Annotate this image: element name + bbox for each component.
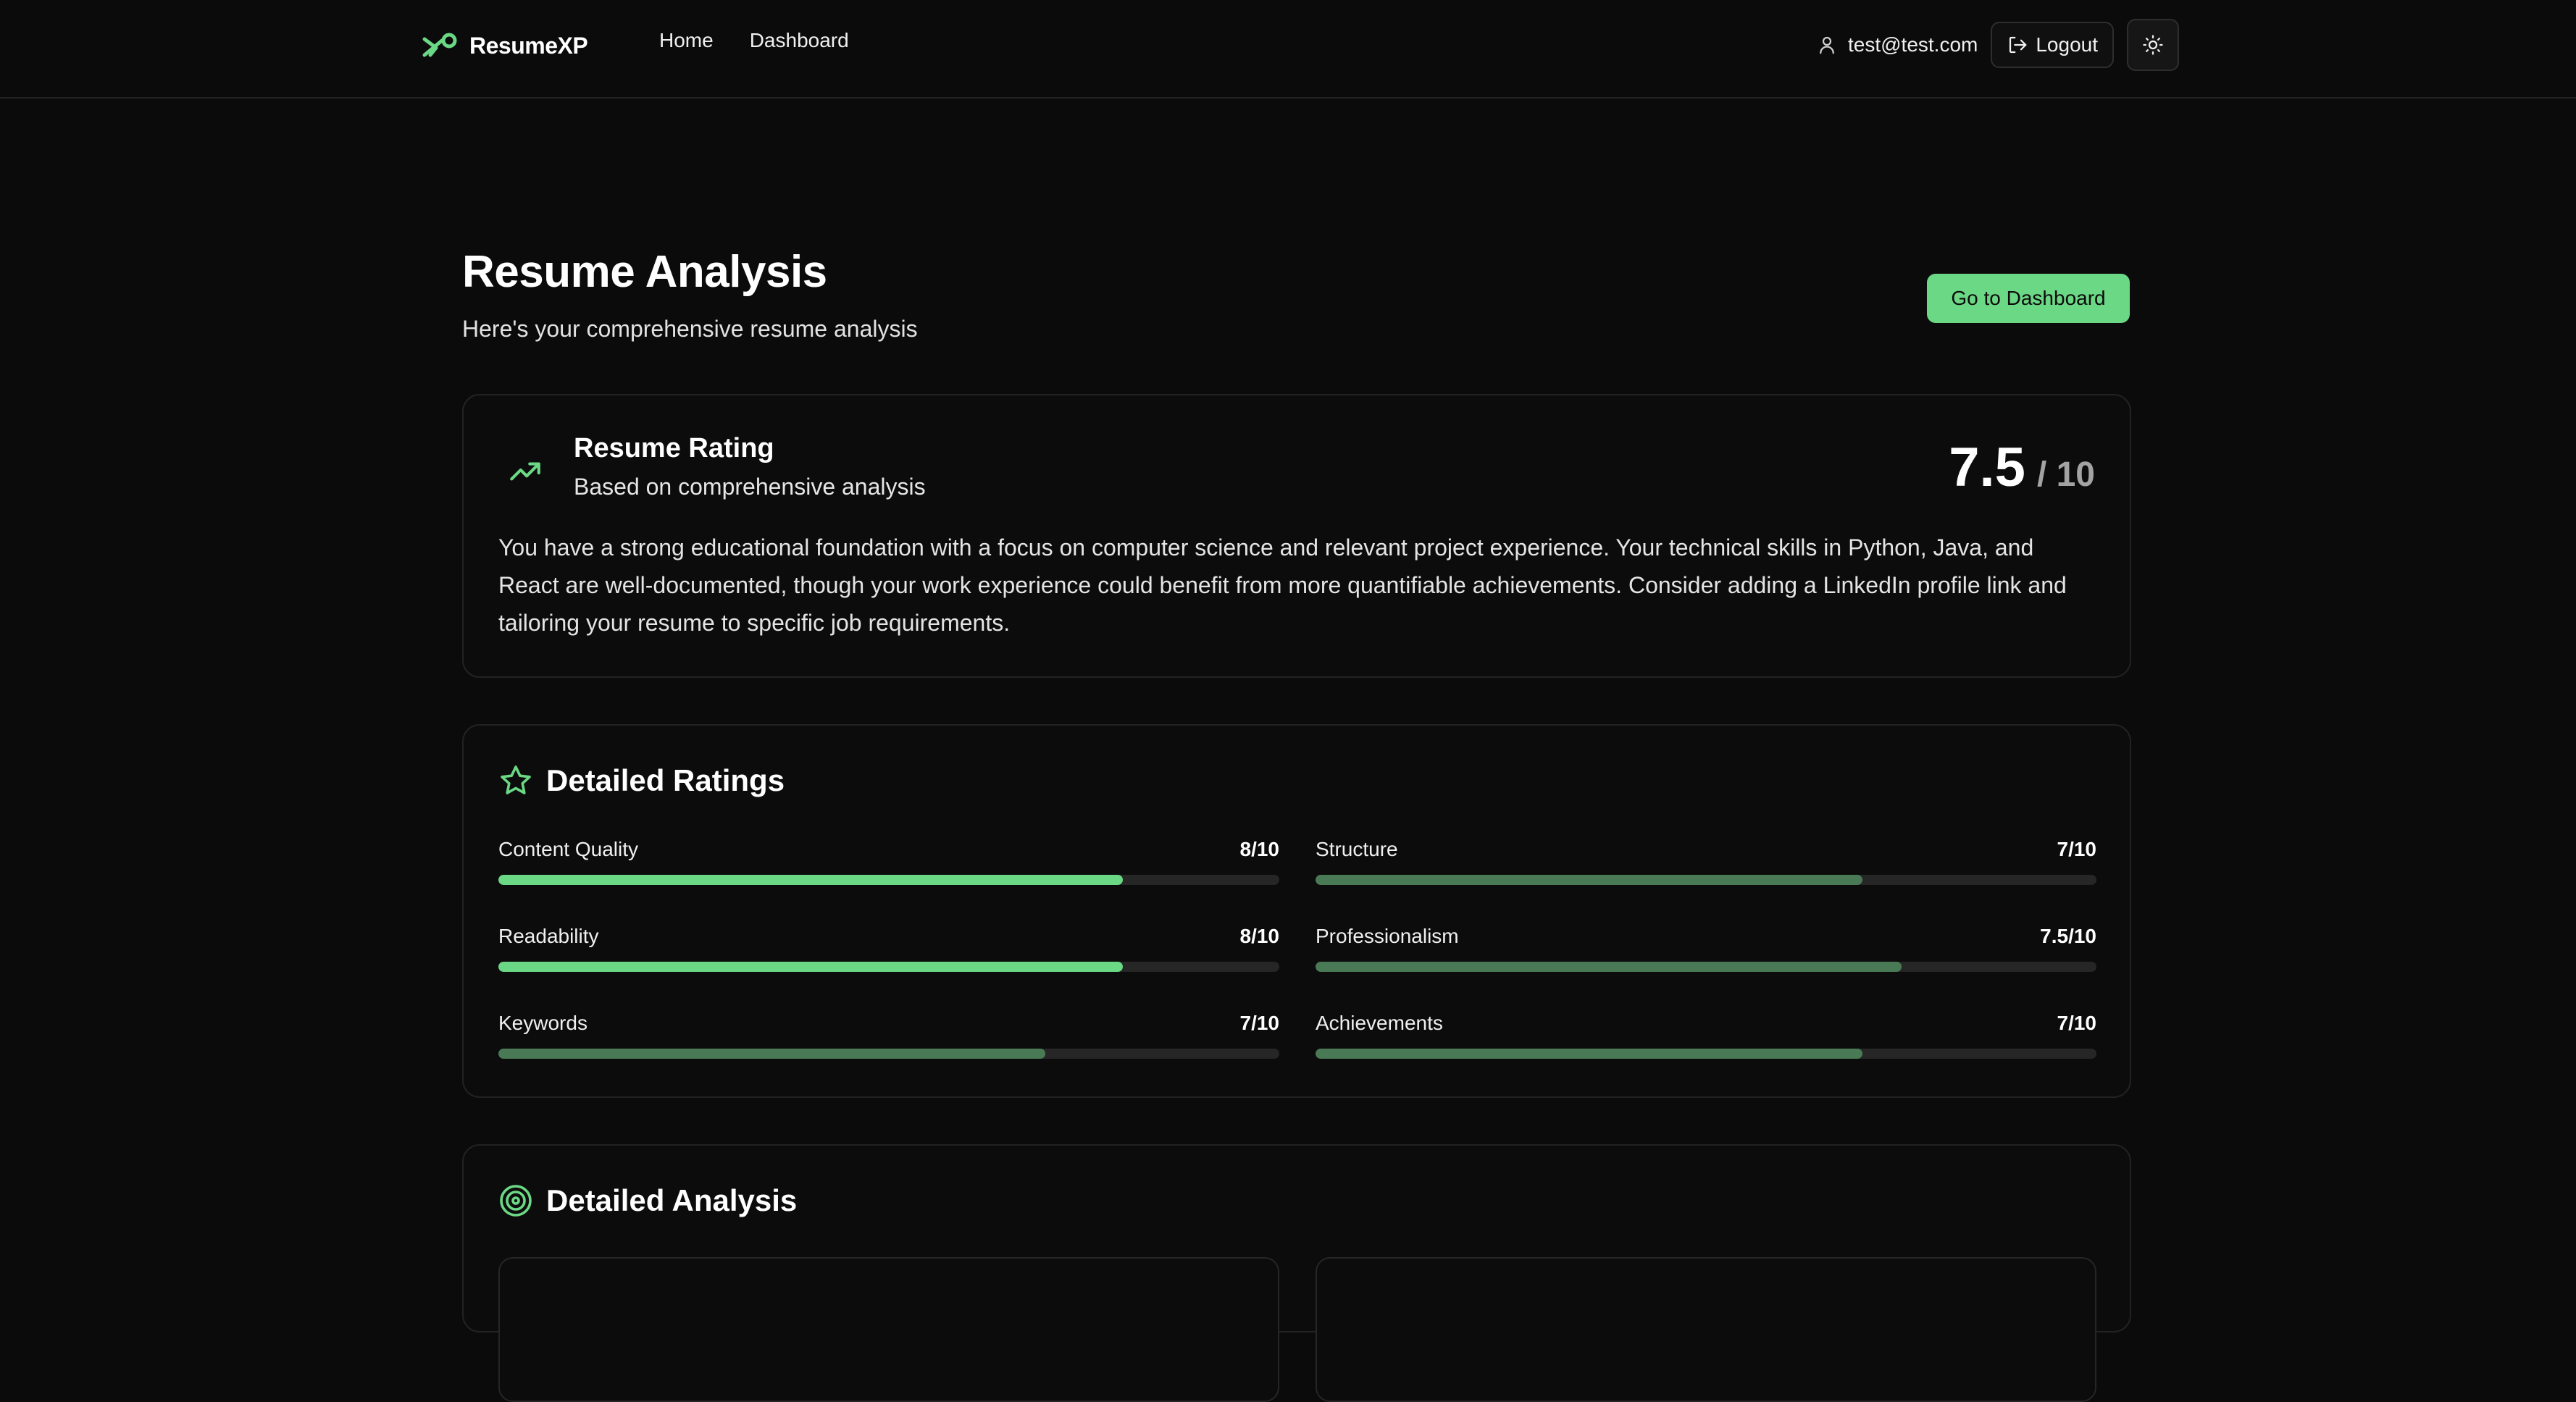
rating-label: Professionalism xyxy=(1316,925,1459,947)
rating-progress-fill xyxy=(1316,875,1862,885)
star-icon xyxy=(501,765,531,794)
sun-icon xyxy=(2143,35,2163,55)
logout-button[interactable]: Logout xyxy=(1991,22,2114,68)
rating-item: Structure 7/10 xyxy=(1316,837,2096,885)
rating-label: Achievements xyxy=(1316,1012,1443,1034)
rating-progress-fill xyxy=(1316,1049,1862,1059)
user-email: test@test.com xyxy=(1847,33,1978,56)
ratings-grid: Content Quality 8/10 Structure 7/10 Readabil… xyxy=(498,837,2096,1059)
logout-label: Logout xyxy=(2036,33,2098,56)
resumexp-logo-icon xyxy=(422,33,457,57)
rating-label: Readability xyxy=(498,925,599,947)
top-navbar: ResumeXP Home Dashboard test@test.com Lo… xyxy=(0,0,2576,98)
rating-value: 7/10 xyxy=(2057,1012,2097,1034)
score-value: 7.5 xyxy=(1949,437,2025,498)
rating-value: 7/10 xyxy=(2057,838,2097,860)
page-title: Resume Analysis xyxy=(462,247,827,297)
rating-progress-track xyxy=(1316,962,2096,972)
nav-dashboard-link[interactable]: Dashboard xyxy=(750,29,849,52)
rating-item-header: Readability 8/10 xyxy=(498,924,1279,949)
rating-item-header: Structure 7/10 xyxy=(1316,837,2096,862)
rating-value: 7/10 xyxy=(1239,1012,1280,1034)
detailed-analysis-title: Detailed Analysis xyxy=(546,1183,798,1217)
rating-progress-fill xyxy=(498,875,1124,885)
brand[interactable]: ResumeXP xyxy=(420,26,588,65)
rating-progress-track xyxy=(498,1049,1279,1059)
detailed-ratings-header: Detailed Ratings xyxy=(498,763,785,798)
rating-item: Content Quality 8/10 xyxy=(498,837,1279,885)
page-subtitle: Here's your comprehensive resume analysi… xyxy=(462,316,918,342)
rating-progress-fill xyxy=(1316,962,1902,972)
trending-up-icon xyxy=(510,462,540,481)
detailed-analysis-header: Detailed Analysis xyxy=(498,1183,797,1218)
analysis-panel-left xyxy=(498,1257,1279,1402)
logout-icon xyxy=(2010,36,2027,54)
rating-label: Structure xyxy=(1316,838,1398,860)
rating-subtitle: Based on comprehensive analysis xyxy=(574,474,926,500)
rating-item-header: Keywords 7/10 xyxy=(498,1011,1279,1036)
target-icon xyxy=(500,1185,532,1217)
theme-toggle-button[interactable] xyxy=(2127,19,2179,71)
rating-item: Professionalism 7.5/10 xyxy=(1316,924,2096,972)
user-icon xyxy=(1820,36,1834,54)
rating-value: 8/10 xyxy=(1239,925,1280,947)
detailed-ratings-card: Detailed Ratings Content Quality 8/10 Stru… xyxy=(462,724,2131,1098)
rating-item: Achievements 7/10 xyxy=(1316,1011,2096,1059)
rating-label: Keywords xyxy=(498,1012,587,1034)
analysis-panel-right xyxy=(1316,1257,2096,1402)
detailed-ratings-title: Detailed Ratings xyxy=(546,763,785,797)
rating-value: 8/10 xyxy=(1239,838,1280,860)
score-max: / 10 xyxy=(2036,456,2095,494)
user-area: test@test.com Logout xyxy=(1816,19,2179,71)
detailed-analysis-card: Detailed Analysis xyxy=(462,1144,2131,1402)
rating-summary: You have a strong educational foundation… xyxy=(498,534,2067,636)
rating-item: Readability 8/10 xyxy=(498,924,1279,972)
rating-progress-track xyxy=(498,962,1279,972)
rating-item: Keywords 7/10 xyxy=(498,1011,1279,1059)
rating-item-header: Professionalism 7.5/10 xyxy=(1316,924,2096,949)
rating-value: 7.5/10 xyxy=(2040,925,2096,947)
rating-item-header: Content Quality 8/10 xyxy=(498,837,1279,862)
rating-title: Resume Rating xyxy=(574,433,774,463)
overall-score: 7.5 / 10 xyxy=(1949,436,2095,499)
resume-rating-card: Resume Rating Based on comprehensive ana… xyxy=(462,394,2131,678)
rating-item-header: Achievements 7/10 xyxy=(1316,1011,2096,1036)
rating-progress-fill xyxy=(498,1049,1045,1059)
brand-name: ResumeXP xyxy=(469,32,588,59)
rating-progress-track xyxy=(498,875,1279,885)
rating-progress-track xyxy=(1316,875,2096,885)
rating-progress-fill xyxy=(498,962,1124,972)
go-to-dashboard-button[interactable]: Go to Dashboard xyxy=(1927,274,2130,323)
rating-progress-track xyxy=(1316,1049,2096,1059)
nav-home-link[interactable]: Home xyxy=(659,29,714,52)
rating-label: Content Quality xyxy=(498,838,638,860)
main-nav: Home Dashboard xyxy=(659,29,849,52)
user-info: test@test.com xyxy=(1816,33,1978,56)
